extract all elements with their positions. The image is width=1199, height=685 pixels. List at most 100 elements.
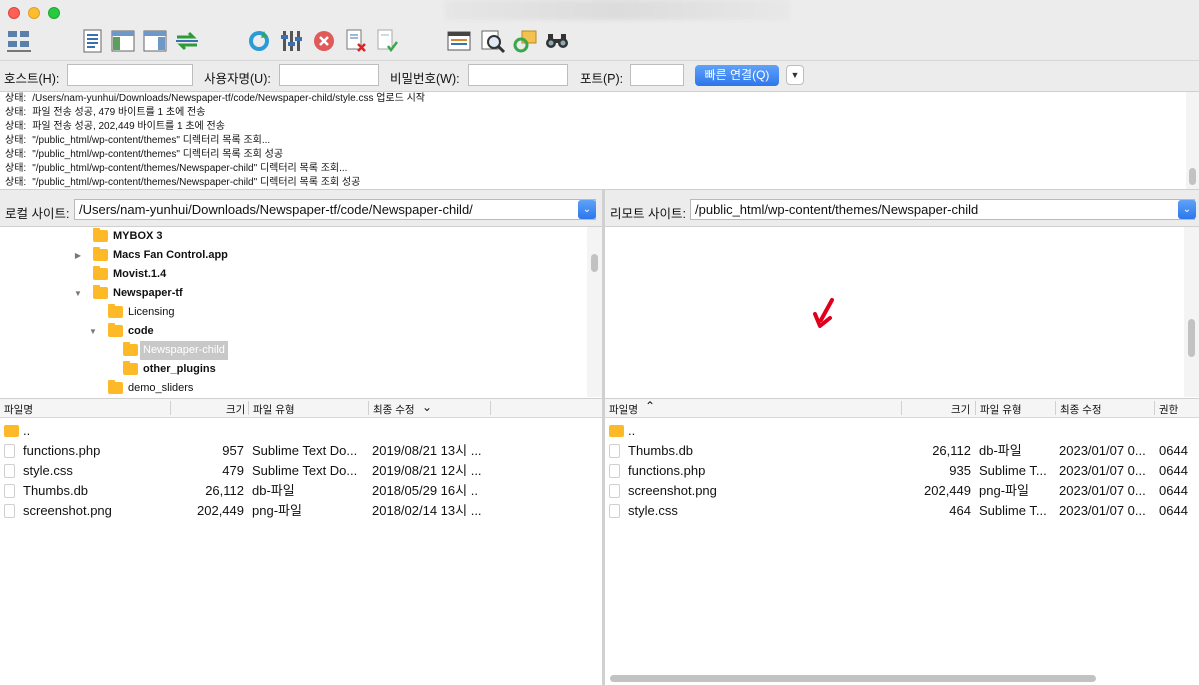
remote-tree-scrollbar[interactable] (1184, 227, 1199, 397)
reconnect-icon[interactable] (374, 28, 400, 54)
port-input[interactable] (630, 64, 684, 86)
local-file-size: 479 (222, 463, 244, 478)
remote-col-modified[interactable]: 최종 수정 (1060, 402, 1102, 417)
remote-parent-dir-row[interactable]: .. (605, 421, 1199, 441)
remote-path-combo[interactable]: /public_html/wp-content/themes/Newspaper… (690, 199, 1195, 220)
site-manager-icon[interactable] (6, 28, 32, 54)
password-input[interactable] (468, 64, 568, 86)
remote-path-dropdown-icon[interactable]: ⌄ (1178, 200, 1196, 219)
local-path-dropdown-icon[interactable]: ⌄ (578, 200, 596, 219)
username-input[interactable] (279, 64, 379, 86)
annotation-arrow-icon (813, 298, 834, 328)
remote-file-row[interactable]: Thumbs.db 26,112 db-파일 2023/01/07 0... 0644 (605, 441, 1199, 461)
local-tree-label: Licensing (128, 306, 175, 318)
local-file-row[interactable]: style.css 479 Sublime Text Do... 2019/08/21… (0, 461, 602, 481)
remote-col-type[interactable]: 파일 유형 (980, 402, 1022, 417)
local-path-combo[interactable]: /Users/nam-yunhui/Downloads/Newspaper-tf… (74, 199, 596, 220)
collapsed-triangle-icon[interactable]: ▶ (73, 246, 83, 265)
local-tree-node[interactable]: MYBOX 3 (93, 227, 602, 246)
local-file-type: png-파일 (252, 503, 302, 518)
local-file-row[interactable]: functions.php 957 Sublime Text Do... 2019/0… (0, 441, 602, 461)
folder-icon (93, 247, 108, 261)
directory-comparison-icon[interactable] (480, 28, 506, 54)
search-remote-files-icon[interactable] (544, 28, 570, 54)
remote-tree-scroll-thumb[interactable] (1188, 319, 1195, 357)
host-input[interactable] (67, 64, 193, 86)
remote-file-modified: 2023/01/07 0... (1059, 483, 1146, 498)
local-file-row[interactable]: Thumbs.db 26,112 db-파일 2018/05/29 16시 .. (0, 481, 602, 501)
remote-file-name: screenshot.png (628, 483, 717, 498)
directory-listing-filters-icon[interactable] (446, 28, 472, 54)
log-message: /Users/nam-yunhui/Downloads/Newspaper-tf… (32, 93, 425, 104)
cancel-operation-icon[interactable] (311, 28, 337, 54)
local-tree-node[interactable]: Newspaper-child (123, 341, 602, 360)
remote-tree-toggle-icon[interactable] (142, 28, 168, 54)
remote-file-modified: 2023/01/07 0... (1059, 463, 1146, 478)
local-col-type[interactable]: 파일 유형 (253, 402, 295, 417)
local-tree-toggle-icon[interactable] (110, 28, 136, 54)
local-tree-label: code (128, 325, 154, 337)
local-file-list[interactable]: 파일명 크기 파일 유형 최종 수정 ⌄ .. functions.php 957… (0, 398, 602, 685)
quickconnect-history-dropdown[interactable]: ▼ (786, 65, 804, 85)
local-parent-dir-row[interactable]: .. (0, 421, 602, 441)
quickconnect-button[interactable]: 빠른 연결(Q) (695, 65, 779, 86)
remote-file-row[interactable]: functions.php 935 Sublime T... 2023/01/07 0… (605, 461, 1199, 481)
remote-file-size: 464 (949, 503, 971, 518)
folder-icon (93, 285, 108, 299)
remote-file-size: 26,112 (932, 443, 971, 458)
local-tree-node[interactable]: demo_sliders (108, 379, 602, 397)
local-file-type: db-파일 (252, 483, 295, 498)
refresh-icon[interactable] (246, 28, 272, 54)
local-tree-label: Newspaper-child (140, 341, 228, 360)
local-tree-node[interactable]: ▶ Macs Fan Control.app (75, 246, 602, 265)
remote-file-perm: 0644 (1159, 503, 1188, 518)
log-line: 상태: "/public_html/wp-content/themes" 디렉터리… (0, 148, 1199, 162)
minimize-window-button[interactable] (28, 7, 40, 19)
local-directory-tree[interactable]: MYBOX 3 ▶ Macs Fan Control.app Movist.1.4 ▼ N… (0, 227, 602, 397)
remote-file-list-horizontal-scrollbar[interactable] (610, 675, 1096, 682)
message-log-scroll-thumb[interactable] (1189, 168, 1196, 185)
local-tree-node[interactable]: Licensing (108, 303, 602, 322)
sort-ascending-icon: ⌃ (645, 399, 656, 413)
synchronized-browsing-icon[interactable] (512, 28, 538, 54)
local-tree-node[interactable]: Movist.1.4 (93, 265, 602, 284)
zoom-window-button[interactable] (48, 7, 60, 19)
remote-file-perm: 0644 (1159, 443, 1188, 458)
remote-file-size: 935 (949, 463, 971, 478)
remote-file-list[interactable]: 파일명 ⌃ 크기 파일 유형 최종 수정 권한 .. Thumbs.db 26,1… (605, 398, 1199, 685)
close-window-button[interactable] (8, 7, 20, 19)
expanded-triangle-icon[interactable]: ▼ (73, 284, 83, 303)
local-site-bar: 로컬 사이트: /Users/nam-yunhui/Downloads/News… (0, 190, 602, 227)
local-col-size[interactable]: 크기 (226, 402, 245, 417)
local-tree-node[interactable]: other_plugins (123, 360, 602, 379)
message-log-scrollbar[interactable] (1186, 92, 1199, 189)
local-col-name[interactable]: 파일명 (4, 402, 33, 417)
remote-col-size[interactable]: 크기 (951, 402, 970, 417)
transfer-queue-toggle-icon[interactable] (174, 28, 200, 54)
process-filter-icon[interactable] (278, 28, 304, 54)
message-log-toggle-icon[interactable] (80, 28, 106, 54)
remote-file-row[interactable]: screenshot.png 202,449 png-파일 2023/01/07 0.… (605, 481, 1199, 501)
local-file-size: 26,112 (205, 483, 244, 498)
remote-site-label: 리모트 사이트: (610, 207, 686, 221)
log-message: "/public_html/wp-content/themes/Newspape… (32, 163, 348, 174)
remote-file-row[interactable]: style.css 464 Sublime T... 2023/01/07 0... 0… (605, 501, 1199, 521)
local-file-name: screenshot.png (23, 503, 112, 518)
message-log-lines: 상태: /Users/nam-yunhui/Downloads/Newspaper… (0, 92, 1199, 189)
local-col-modified[interactable]: 최종 수정 (373, 402, 415, 417)
log-message: "/public_html/wp-content/themes" 디렉터리 목록… (32, 149, 284, 160)
remote-directory-tree[interactable]: ?languages?plugins?smush-webp?td_cache▼t… (605, 227, 1199, 397)
username-label: 사용자명(U): (204, 72, 271, 86)
local-file-row[interactable]: screenshot.png 202,449 png-파일 2018/02/14 13… (0, 501, 602, 521)
file-icon (609, 504, 620, 518)
expanded-triangle-icon[interactable]: ▼ (88, 322, 98, 341)
disconnect-icon[interactable] (343, 28, 369, 54)
log-message: 파일 전송 성공, 479 바이트를 1 초에 전송 (32, 107, 206, 118)
local-tree-node[interactable]: ▼ code (89, 322, 602, 341)
remote-col-name[interactable]: 파일명 (609, 402, 638, 417)
local-tree-node[interactable]: ▼ Newspaper-tf (74, 284, 602, 303)
window-title-blurred (445, 0, 790, 20)
remote-col-permissions[interactable]: 권한 (1159, 402, 1178, 417)
folder-icon (108, 323, 123, 337)
file-icon (609, 484, 620, 498)
